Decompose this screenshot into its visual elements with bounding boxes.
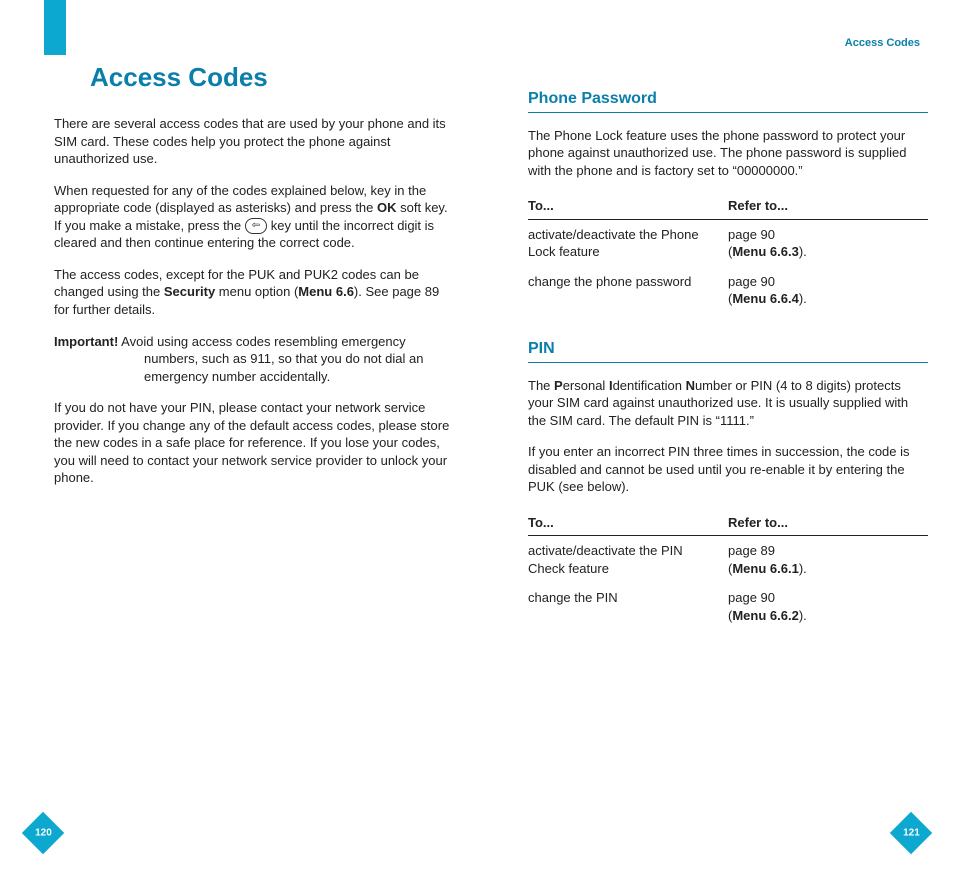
section-heading-phone-password: Phone Password (528, 88, 928, 113)
back-key-icon: ⇦ (245, 218, 267, 234)
side-tab (44, 0, 66, 55)
table-row: change the phone password page 90(Menu 6… (528, 267, 928, 314)
page-number-right: 121 (896, 818, 926, 848)
pin-intro: The Personal Identification Number or PI… (528, 377, 928, 430)
intro-paragraph-4: If you do not have your PIN, please cont… (54, 399, 454, 487)
phone-password-intro: The Phone Lock feature uses the phone pa… (528, 127, 928, 180)
pin-paragraph-2: If you enter an incorrect PIN three time… (528, 443, 928, 496)
col-refer: Refer to... (728, 193, 928, 219)
intro-paragraph-3: The access codes, except for the PUK and… (54, 266, 454, 319)
table-row: activate/deactivate the Phone Lock featu… (528, 219, 928, 267)
phone-password-table: To... Refer to... activate/deactivate th… (528, 193, 928, 314)
section-heading-pin: PIN (528, 338, 928, 363)
table-row: change the PIN page 90(Menu 6.6.2). (528, 583, 928, 630)
intro-paragraph-2: When requested for any of the codes expl… (54, 182, 454, 252)
pin-table: To... Refer to... activate/deactivate th… (528, 510, 928, 631)
table-header-row: To... Refer to... (528, 193, 928, 219)
table-row: activate/deactivate the PIN Check featur… (528, 536, 928, 584)
col-refer: Refer to... (728, 510, 928, 536)
intro-paragraph-1: There are several access codes that are … (54, 115, 454, 168)
page-title: Access Codes (54, 60, 454, 95)
page-number-left: 120 (28, 818, 58, 848)
running-header: Access Codes (845, 36, 920, 51)
col-to: To... (528, 510, 728, 536)
important-note: Important! Avoid using access codes rese… (54, 333, 454, 386)
left-column: Access Codes There are several access co… (54, 60, 454, 501)
right-column: Phone Password The Phone Lock feature us… (528, 88, 928, 655)
col-to: To... (528, 193, 728, 219)
table-header-row: To... Refer to... (528, 510, 928, 536)
